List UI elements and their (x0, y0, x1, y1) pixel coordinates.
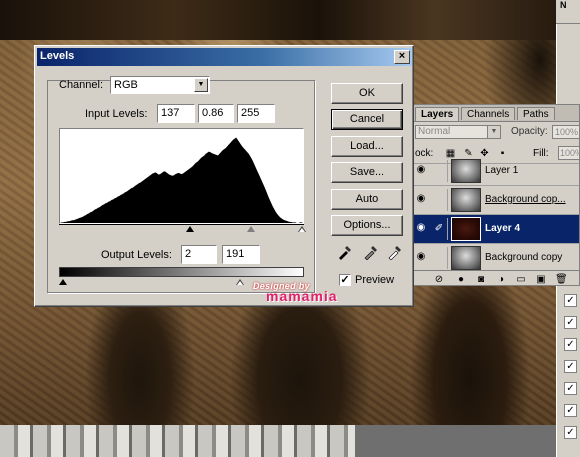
opacity-field[interactable]: 100% (552, 125, 579, 139)
layer-thumbnail (451, 246, 481, 270)
options-button[interactable]: Options... (331, 215, 403, 236)
layer-name: Background cop... (485, 194, 566, 205)
layer-name: Background copy (485, 252, 563, 263)
preview-label: Preview (355, 274, 395, 286)
close-icon: × (398, 50, 406, 62)
channel-label: Channel: (59, 79, 104, 91)
gray-eyedropper-icon[interactable] (363, 244, 379, 260)
layer-row[interactable]: ◉ Layer 1 (413, 157, 579, 186)
layer-thumbnail (451, 188, 481, 212)
white-eyedropper-icon[interactable] (387, 244, 403, 260)
workspace-grey (355, 425, 560, 457)
output-levels-label: Output Levels: (101, 249, 172, 261)
auto-button[interactable]: Auto (331, 189, 403, 210)
eye-icon[interactable]: ◉ (414, 192, 428, 206)
levels-dialog: Levels × Channel: RGB ▼ Input Levels: 13… (34, 45, 414, 307)
layer-row[interactable]: ◉ Background copy (413, 244, 579, 273)
input-black-slider[interactable] (186, 226, 194, 232)
eye-icon[interactable]: ◉ (414, 163, 428, 177)
input-black-field[interactable]: 137 (157, 104, 195, 123)
new-group-icon[interactable]: ▭ (515, 274, 527, 285)
layer-name: Layer 1 (485, 165, 519, 176)
histogram (59, 128, 304, 224)
opacity-label: Opacity: (511, 126, 548, 137)
close-button[interactable]: × (394, 50, 410, 64)
channel-select[interactable]: RGB ▼ (110, 76, 210, 94)
layer-thumbnail (451, 159, 481, 183)
checkbox[interactable]: ✓ (564, 294, 577, 307)
dialog-titlebar[interactable]: Levels × (37, 48, 412, 66)
output-gradient-bar (59, 267, 304, 277)
layer-style-icon[interactable]: ● (455, 274, 467, 285)
layer-row[interactable]: ◉ Background cop... (413, 186, 579, 215)
layer-name: Layer 4 (485, 223, 521, 234)
trash-icon[interactable]: 🗑 (555, 274, 568, 285)
link-slot[interactable] (431, 189, 448, 211)
link-layers-icon[interactable]: ⊘ (433, 274, 445, 285)
load-button[interactable]: Load... (331, 136, 403, 157)
checkbox[interactable]: ✓ (564, 404, 577, 417)
chevron-down-icon[interactable]: ▼ (194, 78, 208, 92)
histogram-graph (60, 137, 303, 223)
input-white-field[interactable]: 255 (237, 104, 275, 123)
eye-icon[interactable]: ◉ (414, 221, 428, 235)
channel-value: RGB (114, 79, 138, 91)
tab-channels[interactable]: Channels (461, 107, 516, 120)
layers-tabbar: Layers Channels Paths (413, 105, 579, 122)
cancel-button[interactable]: Cancel (331, 109, 403, 130)
output-white-field[interactable]: 191 (222, 245, 260, 264)
layer-row-selected[interactable]: ◉ ✐ Layer 4 (413, 215, 579, 244)
input-white-slider-fill (299, 228, 305, 232)
new-layer-icon[interactable]: ▣ (535, 274, 547, 285)
checkbox[interactable]: ✓ (564, 382, 577, 395)
checkbox[interactable]: ✓ (564, 338, 577, 351)
blend-mode-select[interactable]: Normal ▼ (415, 125, 501, 139)
layer-thumbnail (451, 217, 481, 241)
layer-mask-icon[interactable]: ◙ (475, 274, 487, 285)
checkbox[interactable]: ✓ (564, 316, 577, 329)
input-gamma-field[interactable]: 0.86 (198, 104, 234, 123)
layers-palette: Layers Channels Paths Normal ▼ Opacity: … (412, 104, 580, 286)
watermark-logo: mamamia (266, 288, 338, 304)
chevron-down-icon: ▼ (487, 126, 500, 138)
checkbox[interactable]: ✓ (564, 426, 577, 439)
black-eyedropper-icon[interactable] (337, 244, 353, 260)
blend-row: Normal ▼ Opacity: 100% (413, 124, 579, 142)
output-white-slider-fill (237, 281, 243, 285)
output-black-field[interactable]: 2 (181, 245, 217, 264)
layers-footer: ⊘ ● ◙ ◑ ▭ ▣ 🗑 (413, 270, 579, 285)
ok-button[interactable]: OK (331, 83, 403, 104)
eye-icon[interactable]: ◉ (414, 250, 428, 264)
tab-layers[interactable]: Layers (415, 107, 460, 121)
histogram-baseline (59, 224, 304, 225)
blend-mode-value: Normal (418, 126, 451, 137)
input-gamma-slider[interactable] (247, 226, 255, 232)
tab-paths[interactable]: Paths (517, 107, 555, 120)
other-image-strip (0, 425, 355, 457)
brush-icon[interactable]: ✐ (431, 218, 448, 240)
canvas-shadow-region (0, 0, 580, 40)
new-adjustment-icon[interactable]: ◑ (495, 274, 507, 285)
link-slot[interactable] (431, 160, 448, 182)
dialog-title: Levels (40, 50, 75, 62)
corner-panel-label: N (560, 0, 567, 10)
input-levels-label: Input Levels: (85, 108, 148, 120)
histogram-area (60, 137, 303, 223)
preview-checkbox[interactable]: ✓ (339, 274, 351, 286)
link-slot[interactable] (431, 247, 448, 269)
output-black-slider[interactable] (59, 279, 67, 285)
corner-panel[interactable]: N (556, 0, 580, 24)
checkbox[interactable]: ✓ (564, 360, 577, 373)
save-button[interactable]: Save... (331, 162, 403, 183)
